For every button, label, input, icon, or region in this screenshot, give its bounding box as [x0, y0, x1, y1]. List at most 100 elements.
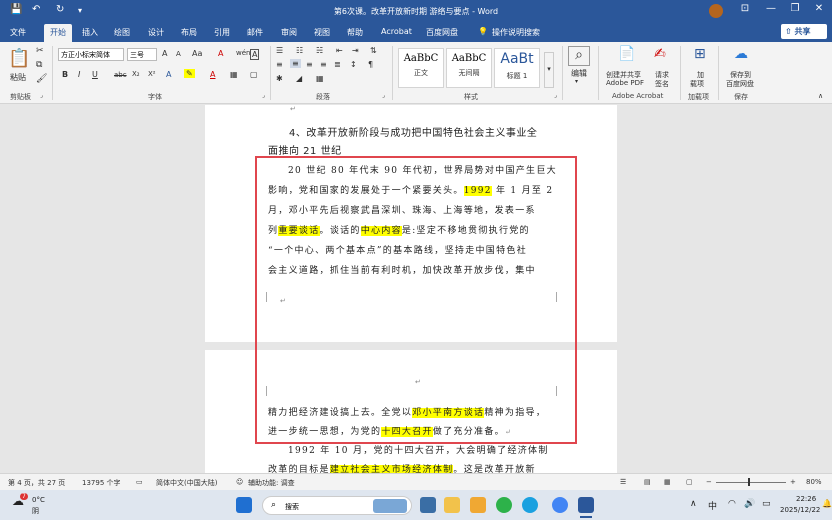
tab-baidu-netdisk[interactable]: 百度网盘	[426, 27, 458, 38]
wifi-icon[interactable]: ◠	[728, 499, 736, 509]
word-count[interactable]: 13795 个字	[82, 478, 121, 488]
print-layout-icon[interactable]: ▦	[664, 478, 671, 486]
bold-button[interactable]: B	[62, 70, 68, 79]
distributed-icon[interactable]: ≣	[334, 60, 341, 69]
borders-icon[interactable]: ▦	[316, 74, 324, 83]
tab-home[interactable]: 开始	[44, 24, 72, 42]
paste-button[interactable]: 粘贴	[10, 72, 26, 83]
proofing-icon[interactable]: ▭	[136, 478, 143, 486]
restore-button[interactable]: ❐	[782, 3, 808, 14]
styles-launcher-icon[interactable]: ⌟	[554, 92, 557, 99]
align-center-icon[interactable]: ≡	[290, 59, 301, 68]
taskbar-search[interactable]: ⌕ 搜索	[262, 496, 412, 515]
accessibility-status[interactable]: 辅助功能: 调查	[248, 478, 295, 488]
justify-icon[interactable]: ≡	[320, 60, 327, 69]
font-size-combo[interactable]: 三号	[127, 48, 157, 61]
read-mode-icon[interactable]: ▤	[644, 478, 651, 486]
tab-file[interactable]: 文件	[10, 27, 26, 38]
change-case-button[interactable]: Aa	[192, 49, 202, 58]
chrome-icon[interactable]	[552, 497, 568, 513]
font-color-button[interactable]: A	[210, 70, 215, 79]
zoom-level[interactable]: 80%	[806, 478, 822, 486]
clear-formatting-button[interactable]: A	[218, 49, 223, 58]
zoom-slider-handle[interactable]	[748, 478, 750, 486]
task-view-icon[interactable]	[420, 497, 436, 513]
tab-insert[interactable]: 插入	[82, 27, 98, 38]
weather-desc[interactable]: 阴	[32, 506, 39, 516]
multilevel-list-icon[interactable]: ☵	[316, 46, 323, 55]
italic-button[interactable]: I	[78, 70, 80, 79]
cut-icon[interactable]: ✂	[36, 46, 44, 56]
editing-chevron-icon[interactable]: ▾	[575, 78, 578, 85]
minimize-button[interactable]: —	[758, 3, 784, 14]
format-painter-icon[interactable]: 🖌	[36, 74, 47, 84]
highlight-color-icon[interactable]: ✎	[184, 69, 195, 78]
ribbon-display-icon[interactable]: ⊡	[732, 3, 758, 14]
close-button[interactable]: ✕	[806, 3, 832, 14]
language-indicator[interactable]: 简体中文(中国大陆)	[156, 478, 217, 488]
create-pdf-icon[interactable]: 📄	[618, 46, 635, 62]
asian-layout-icon[interactable]: ✱	[276, 74, 283, 83]
baidu-netdisk-icon[interactable]: ☁	[734, 46, 748, 62]
tab-help[interactable]: 帮助	[347, 27, 363, 38]
shrink-font-button[interactable]: A	[176, 50, 181, 58]
tab-design[interactable]: 设计	[148, 27, 164, 38]
tab-view[interactable]: 视图	[314, 27, 330, 38]
show-marks-icon[interactable]: ¶	[368, 60, 373, 69]
enclosed-char-button[interactable]: A	[250, 49, 260, 60]
styles-more-icon[interactable]: ▾	[544, 52, 554, 88]
copy-icon[interactable]: ⧉	[36, 60, 42, 70]
bullets-icon[interactable]: ☰	[276, 46, 283, 55]
style-no-spacing[interactable]: AaBbC 无间隔	[446, 48, 492, 88]
paragraph-launcher-icon[interactable]: ⌟	[382, 92, 385, 99]
text-effects-icon[interactable]: A	[166, 70, 171, 79]
zoom-out-button[interactable]: −	[706, 478, 712, 486]
editing-search-icon[interactable]: ⌕	[568, 46, 590, 66]
battery-icon[interactable]: ▭	[762, 499, 771, 509]
underline-button[interactable]: U	[92, 70, 98, 79]
style-normal[interactable]: AaBbC 正文	[398, 48, 444, 88]
align-left-icon[interactable]: ≡	[276, 60, 283, 69]
tell-me-search[interactable]: 操作说明搜索	[492, 27, 540, 38]
wechat-icon[interactable]	[496, 497, 512, 513]
paste-icon[interactable]: 📋	[8, 48, 30, 69]
avatar[interactable]	[709, 4, 723, 18]
clock-date[interactable]: 2025/12/22	[780, 506, 820, 514]
clipboard-launcher-icon[interactable]: ⌟	[40, 92, 43, 99]
subscript-button[interactable]: X₂	[132, 70, 140, 78]
zoom-slider[interactable]	[716, 482, 786, 483]
edge-icon[interactable]	[522, 497, 538, 513]
chevron-up-icon[interactable]: ∧	[690, 499, 697, 509]
superscript-button[interactable]: X²	[148, 70, 156, 78]
tab-draw[interactable]: 绘图	[114, 27, 130, 38]
tab-acrobat[interactable]: Acrobat	[381, 27, 412, 36]
align-right-icon[interactable]: ≡	[306, 60, 313, 69]
decrease-indent-icon[interactable]: ⇤	[336, 46, 343, 55]
zoom-in-button[interactable]: +	[790, 478, 796, 486]
char-shading-icon[interactable]: ▦	[230, 70, 238, 79]
font-name-combo[interactable]: 方正小标宋简体	[58, 48, 124, 61]
strikethrough-button[interactable]: abc	[114, 71, 127, 79]
char-border-icon[interactable]: ▢	[250, 70, 258, 79]
web-layout-icon[interactable]: ▢	[686, 478, 693, 486]
collapse-ribbon-icon[interactable]: ∧	[818, 92, 823, 100]
editing-button[interactable]: 编辑	[571, 68, 587, 79]
windows-start-icon[interactable]	[236, 497, 252, 513]
ime-indicator[interactable]: 中	[708, 499, 717, 512]
request-sign-icon[interactable]: ✍	[654, 46, 666, 62]
page-count[interactable]: 第 4 页，共 27 页	[8, 478, 65, 488]
sort-icon[interactable]: ⇅	[370, 46, 377, 55]
focus-icon[interactable]: ☰	[620, 478, 626, 486]
tab-references[interactable]: 引用	[214, 27, 230, 38]
tab-mailings[interactable]: 邮件	[247, 27, 263, 38]
file-explorer-icon[interactable]	[444, 497, 460, 513]
word-taskbar-icon[interactable]	[578, 497, 594, 513]
numbering-icon[interactable]: ☷	[296, 46, 303, 55]
increase-indent-icon[interactable]: ⇥	[352, 46, 359, 55]
notification-icon[interactable]: 🔔	[822, 499, 832, 508]
share-button[interactable]: ⇧ 共享	[781, 24, 827, 39]
clock-time[interactable]: 22:26	[796, 495, 816, 503]
weather-temp[interactable]: 0°C	[32, 496, 45, 504]
line-spacing-icon[interactable]: ↕	[350, 60, 357, 69]
tab-layout[interactable]: 布局	[181, 27, 197, 38]
